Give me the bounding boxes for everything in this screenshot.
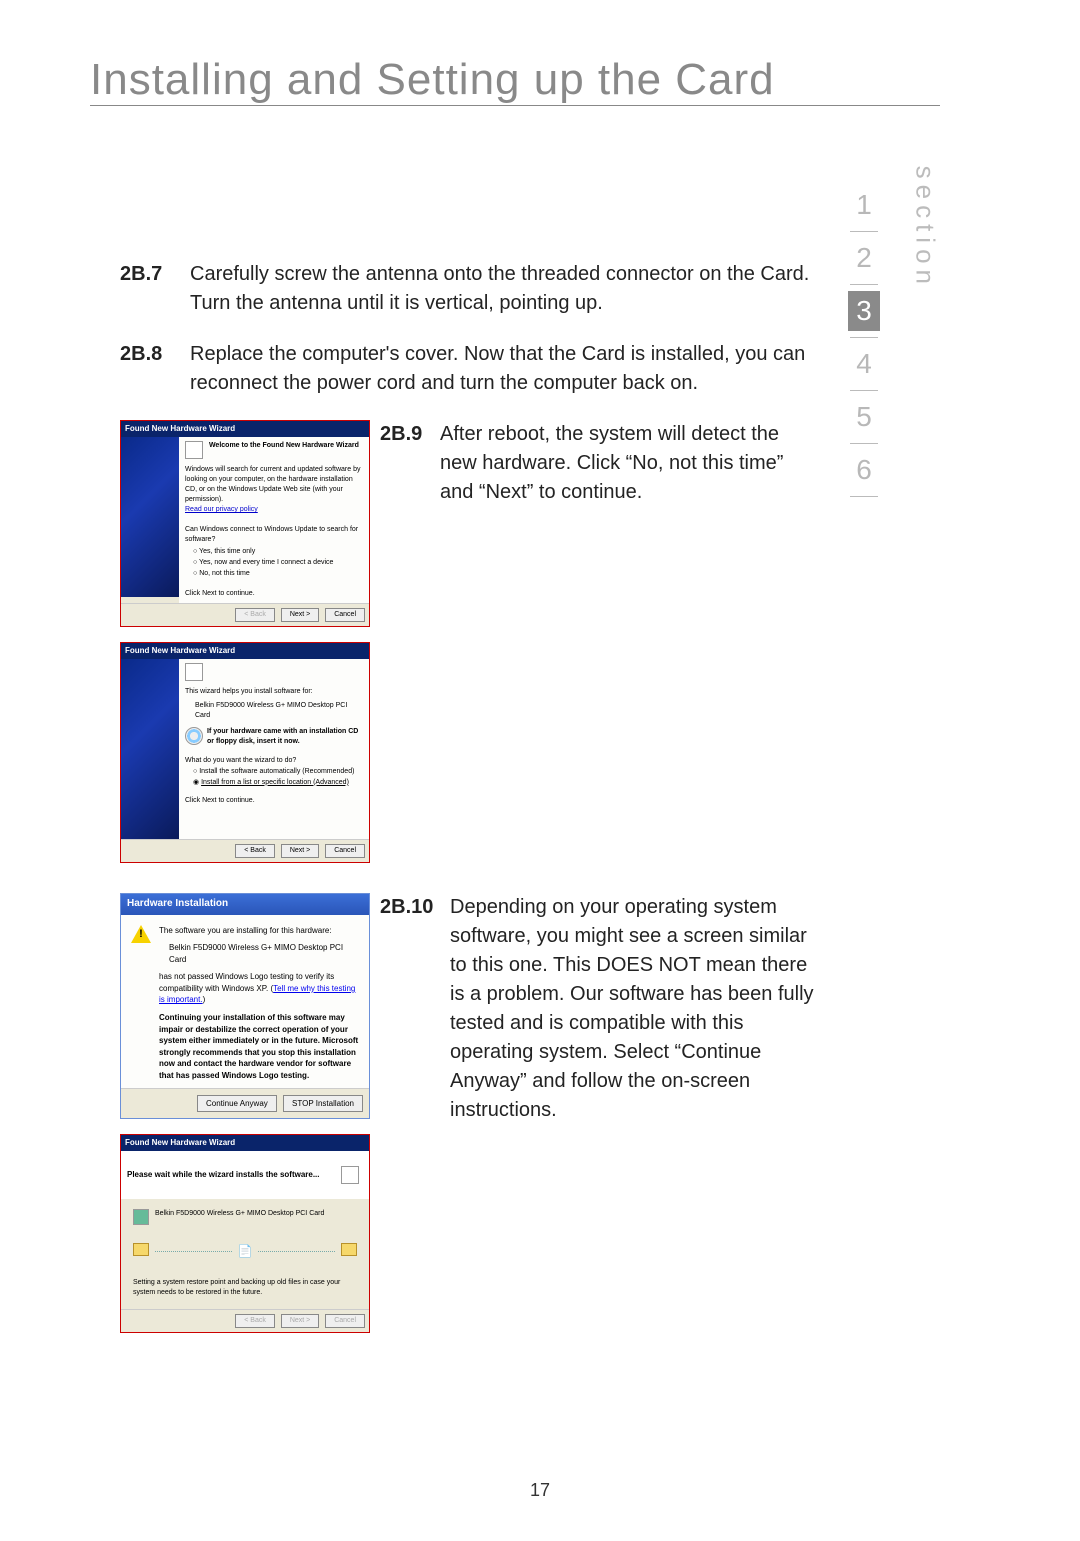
radio-yes-always[interactable]: ○ Yes, now and every time I connect a de… [193,558,363,568]
step-text: Carefully screw the antenna onto the thr… [190,260,820,318]
titlebar: Found New Hardware Wizard [121,1135,369,1151]
continue-anyway-button[interactable]: Continue Anyway [197,1095,277,1113]
titlebar: Hardware Installation [121,894,369,915]
back-button[interactable]: < Back [235,844,275,858]
step-number: 2B.8 [120,340,190,398]
nav-item-4[interactable]: 4 [848,344,880,384]
device-name: Belkin F5D9000 Wireless G+ MIMO Desktop … [155,1210,324,1217]
hardware-installation-dialog: Hardware Installation The software you a… [120,893,370,1119]
privacy-link[interactable]: Read our privacy policy [185,506,258,513]
page-number: 17 [0,1480,1080,1501]
progress-heading: Please wait while the wizard installs th… [127,1169,320,1181]
nav-item-1[interactable]: 1 [848,185,880,225]
wizard-intro: This wizard helps you install software f… [185,687,363,697]
step-2b7: 2B.7 Carefully screw the antenna onto th… [120,260,820,318]
cd-icon [185,727,203,745]
device-icon [185,663,203,681]
wizard-question: What do you want the wizard to do? [185,756,363,766]
cancel-button[interactable]: Cancel [325,1314,365,1328]
nav-sep [850,231,878,232]
progress-note: Setting a system restore point and backi… [133,1278,357,1298]
nav-sep [850,337,878,338]
step-2b9-row: Found New Hardware Wizard Welcome to the… [120,420,820,878]
section-label: section [909,166,940,290]
device-name: Belkin F5D9000 Wireless G+ MIMO Desktop … [169,942,359,965]
wizard-heading: Welcome to the Found New Hardware Wizard [209,442,359,449]
folder-icon [341,1243,357,1256]
title-rule [90,105,940,106]
page-title: Installing and Setting up the Card [90,55,940,105]
warning-icon [131,925,151,943]
cancel-button[interactable]: Cancel [325,844,365,858]
nav-sep [850,496,878,497]
radio-advanced[interactable]: ◉ Install from a list or specific locati… [193,778,363,788]
progress-header: Please wait while the wizard installs th… [121,1151,369,1199]
radio-yes-once[interactable]: ○ Yes, this time only [193,547,363,557]
nav-item-5[interactable]: 5 [848,397,880,437]
device-icon [341,1166,359,1184]
wizard-continue-text: Click Next to continue. [185,796,363,806]
folder-icon [133,1243,149,1256]
titlebar: Found New Hardware Wizard [121,421,369,437]
wizard2-screenshot: Found New Hardware Wizard This wizard he… [120,642,370,863]
nav-sep [850,284,878,285]
copy-animation: 📄 [133,1243,357,1260]
manual-page: { "title": "Installing and Setting up th… [0,0,1080,1541]
nav-sep [850,443,878,444]
device-icon [185,441,203,459]
nav-sep [850,390,878,391]
wizard-sidebar-graphic [121,659,179,839]
stop-installation-button[interactable]: STOP Installation [283,1095,363,1113]
step-text: Depending on your operating system softw… [450,893,820,1348]
next-button[interactable]: Next > [281,608,319,622]
next-button[interactable]: Next > [281,1314,319,1328]
nav-item-2[interactable]: 2 [848,238,880,278]
step-number: 2B.7 [120,260,190,318]
step-number: 2B.9 [380,420,440,878]
step-number: 2B.10 [380,893,450,1348]
install-progress-dialog: Found New Hardware Wizard Please wait wh… [120,1134,370,1332]
step-text: Replace the computer's cover. Now that t… [190,340,820,398]
nav-item-6[interactable]: 6 [848,450,880,490]
wizard-continue-text: Click Next to continue. [185,589,363,599]
device-name: Belkin F5D9000 Wireless G+ MIMO Desktop … [195,701,363,721]
hi-logo-line: has not passed Windows Logo testing to v… [159,971,359,1006]
back-button[interactable]: < Back [235,1314,275,1328]
radio-auto[interactable]: ○ Install the software automatically (Re… [193,767,363,777]
wizard-question: Can Windows connect to Windows Update to… [185,525,363,545]
card-icon [133,1209,149,1225]
file-icon: 📄 [238,1243,253,1260]
radio-no[interactable]: ○ No, not this time [193,569,363,579]
cd-note: If your hardware came with an installati… [207,727,363,747]
step-2b8: 2B.8 Replace the computer's cover. Now t… [120,340,820,398]
section-nav: 1 2 3 4 5 6 [848,185,880,503]
hi-line1: The software you are installing for this… [159,925,359,937]
screenshot-column: Hardware Installation The software you a… [120,893,370,1348]
next-button[interactable]: Next > [281,844,319,858]
body-text: 2B.7 Carefully screw the antenna onto th… [120,260,820,1348]
wizard1-screenshot: Found New Hardware Wizard Welcome to the… [120,420,370,627]
back-button[interactable]: < Back [235,608,275,622]
step-text: After reboot, the system will detect the… [440,420,820,878]
step-2b10-row: Hardware Installation The software you a… [120,893,820,1348]
hi-warning: Continuing your installation of this sof… [159,1012,359,1082]
nav-item-3[interactable]: 3 [848,291,880,331]
titlebar: Found New Hardware Wizard [121,643,369,659]
cancel-button[interactable]: Cancel [325,608,365,622]
wizard-intro: Windows will search for current and upda… [185,465,363,506]
screenshot-column: Found New Hardware Wizard Welcome to the… [120,420,370,878]
wizard-sidebar-graphic [121,437,179,597]
